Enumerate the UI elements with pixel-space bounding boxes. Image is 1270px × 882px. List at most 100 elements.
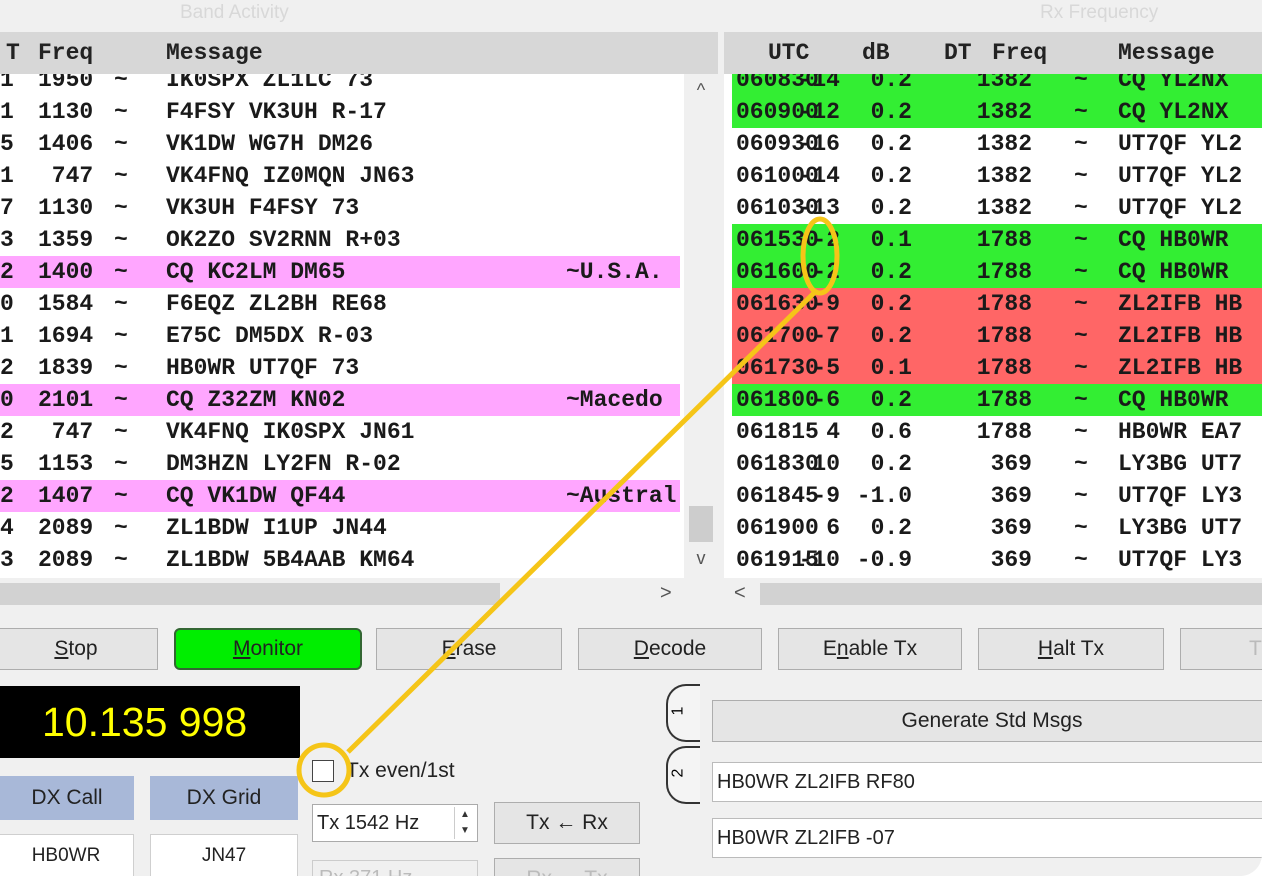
rx-frequency-row[interactable]: 060900 -12 0.2 1382 ~ CQ YL2NX [732, 96, 1262, 128]
rx-frequency-row[interactable]: 061830 10 0.2 369 ~ LY3BG UT7 [732, 448, 1262, 480]
tab-1[interactable]: 1 [666, 684, 700, 742]
cell-message: F6EQZ ZL2BH RE68 [166, 291, 387, 317]
cell-mode: ~ [114, 74, 128, 93]
cell-db: -5 [812, 355, 840, 381]
cell-mode: ~ [114, 163, 128, 189]
cell-freq: 1406 [38, 131, 94, 157]
dx-call-field[interactable]: HB0WR [0, 834, 134, 876]
scroll-left-arrow-icon[interactable]: < [734, 582, 746, 605]
tx-even-checkbox[interactable] [312, 760, 334, 782]
band-activity-row[interactable]: 2 747 ~ VK4FNQ IK0SPX JN61 [0, 416, 680, 448]
rx-frequency-row[interactable]: 061900 6 0.2 369 ~ LY3BG UT7 [732, 512, 1262, 544]
cell-db: -9 [812, 483, 840, 509]
rx-frequency-row[interactable]: 061600 -2 0.2 1788 ~ CQ HB0WR [732, 256, 1262, 288]
band-activity-title: Band Activity [180, 2, 289, 23]
cell-db: 10 [812, 451, 840, 477]
spin-down-icon[interactable]: ▼ [455, 823, 475, 839]
cell-freq: 1788 [976, 291, 1032, 317]
band-activity-row[interactable]: 1 1950 ~ IK0SPX ZL1LC 73 [0, 74, 680, 96]
cell-freq: 1400 [38, 259, 94, 285]
cell-mode: ~ [1074, 99, 1088, 125]
erase-button[interactable]: Erase [376, 628, 562, 670]
cell-freq: 1788 [976, 355, 1032, 381]
cell-db: -16 [798, 131, 840, 157]
tune-button[interactable]: T [1180, 628, 1262, 670]
cell-mode: ~ [114, 195, 128, 221]
rx-frequency-row[interactable]: 061845 -9 -1.0 369 ~ UT7QF LY3 [732, 480, 1262, 512]
enable-tx-button[interactable]: En able Tx [778, 628, 962, 670]
dx-grid-field[interactable]: JN47 [150, 834, 298, 876]
rx-frequency-row[interactable]: 061800 -6 0.2 1788 ~ CQ HB0WR [732, 384, 1262, 416]
rx-frequency-row[interactable]: 061815 4 0.6 1788 ~ HB0WR EA7 [732, 416, 1262, 448]
cell-message: LY3BG UT7 [1118, 451, 1243, 477]
hscroll-thumb[interactable] [760, 583, 1262, 605]
rx-frequency-row[interactable]: 060830 -14 0.2 1382 ~ CQ YL2NX [732, 74, 1262, 96]
cell-dt: 7 [0, 195, 14, 221]
rx-frequency-row[interactable]: 061000 -14 0.2 1382 ~ UT7QF YL2 [732, 160, 1262, 192]
tab-2[interactable]: 2 [666, 746, 700, 804]
halt-tx-button[interactable]: Halt Tx [978, 628, 1164, 670]
hscroll-thumb[interactable] [0, 583, 500, 605]
scroll-thumb[interactable] [689, 506, 713, 542]
band-activity-row[interactable]: 0 1584 ~ F6EQZ ZL2BH RE68 [0, 288, 680, 320]
cell-db: 6 [826, 515, 840, 541]
cell-dt: 2 [0, 259, 14, 285]
band-activity-hscrollbar[interactable]: > [0, 578, 718, 610]
band-activity-row[interactable]: 7 1130 ~ VK3UH F4FSY 73 [0, 192, 680, 224]
rx-frequency-spinbox[interactable]: Rx 371 Hz [312, 860, 478, 876]
rx-from-tx-button[interactable]: Rx ← Tx [494, 858, 640, 876]
tx-even-label: Tx even/1st [346, 759, 455, 782]
band-activity-row[interactable]: 2 1839 ~ HB0WR UT7QF 73 [0, 352, 680, 384]
scroll-right-arrow-icon[interactable]: > [660, 582, 672, 605]
band-activity-row[interactable]: 3 2089 ~ ZL1BDW 5B4AAB KM64 [0, 544, 680, 576]
scroll-down-arrow-icon[interactable]: v [684, 548, 718, 569]
cell-utc: 061630 [736, 291, 819, 317]
cell-country: ~U.S.A. [566, 259, 663, 285]
band-activity-list[interactable]: 1 1950 ~ IK0SPX ZL1LC 73 1 1130 ~ F4FSY VK3UH R… [0, 74, 718, 578]
generate-std-msgs-button[interactable]: Generate Std Msgs [712, 700, 1262, 742]
stop-button[interactable]: Stop [0, 628, 158, 670]
rx-frequency-row[interactable]: 061630 -9 0.2 1788 ~ ZL2IFB HB [732, 288, 1262, 320]
cell-message: CQ YL2NX [1118, 74, 1229, 93]
monitor-button[interactable]: Monitor [174, 628, 362, 670]
rx-frequency-row[interactable]: 061700 -7 0.2 1788 ~ ZL2IFB HB [732, 320, 1262, 352]
band-activity-row[interactable]: 3 1359 ~ OK2ZO SV2RNN R+03 [0, 224, 680, 256]
band-activity-row[interactable]: 1 1694 ~ E75C DM5DX R-03 [0, 320, 680, 352]
cell-freq: 1788 [976, 387, 1032, 413]
tx-message-1-field[interactable]: HB0WR ZL2IFB RF80 [712, 762, 1262, 802]
cell-dt: 2 [0, 355, 14, 381]
band-activity-row[interactable]: 2 1407 ~ CQ VK1DW QF44 ~Austral [0, 480, 680, 512]
spin-up-icon[interactable]: ▲ [455, 807, 475, 823]
rx-frequency-row[interactable]: 061030 -13 0.2 1382 ~ UT7QF YL2 [732, 192, 1262, 224]
band-activity-row[interactable]: 1 747 ~ VK4FNQ IZ0MQN JN63 [0, 160, 680, 192]
tx-from-rx-button[interactable]: Tx ← Rx [494, 802, 640, 844]
tx-message-2-field[interactable]: HB0WR ZL2IFB -07 [712, 818, 1262, 858]
band-activity-row[interactable]: 0 2101 ~ CQ Z32ZM KN02 ~Macedo [0, 384, 680, 416]
cell-freq: 1950 [38, 74, 94, 93]
rx-frequency-hscrollbar[interactable]: < [724, 578, 1262, 610]
band-activity-row[interactable]: 2 1400 ~ CQ KC2LM DM65 ~U.S.A. [0, 256, 680, 288]
band-activity-row[interactable]: 5 1153 ~ DM3HZN LY2FN R-02 [0, 448, 680, 480]
cell-dt: 1 [0, 323, 14, 349]
band-activity-row[interactable]: 5 1406 ~ VK1DW WG7H DM26 [0, 128, 680, 160]
cell-message: VK3UH F4FSY 73 [166, 195, 360, 221]
rx-frequency-row[interactable]: 061530 -2 0.1 1788 ~ CQ HB0WR [732, 224, 1262, 256]
rx-frequency-row[interactable]: 061915 -10 -0.9 369 ~ UT7QF LY3 [732, 544, 1262, 576]
decode-button[interactable]: Decode [578, 628, 762, 670]
scroll-up-arrow-icon[interactable]: ^ [684, 80, 718, 101]
cell-freq: 369 [990, 547, 1032, 573]
band-activity-vscrollbar[interactable]: ^ v [684, 74, 718, 578]
spinbox-arrows[interactable]: ▲ ▼ [454, 807, 475, 839]
cell-mode: ~ [114, 355, 128, 381]
tx-frequency-spinbox[interactable]: Tx 1542 Hz ▲ ▼ [312, 804, 478, 842]
band-activity-row[interactable]: 4 2089 ~ ZL1BDW I1UP JN44 [0, 512, 680, 544]
cell-dt: 0.2 [870, 131, 912, 157]
band-activity-row[interactable]: 1 1130 ~ F4FSY VK3UH R-17 [0, 96, 680, 128]
rx-frequency-row[interactable]: 061730 -5 0.1 1788 ~ ZL2IFB HB [732, 352, 1262, 384]
rx-frequency-list[interactable]: 060830 -14 0.2 1382 ~ CQ YL2NX 060900 -12 0.2 138… [724, 74, 1262, 578]
rx-frequency-row[interactable]: 060930 -16 0.2 1382 ~ UT7QF YL2 [732, 128, 1262, 160]
cell-dt: 1 [0, 163, 14, 189]
cell-message: HB0WR EA7 [1118, 419, 1243, 445]
cell-mode: ~ [114, 131, 128, 157]
cell-mode: ~ [114, 387, 128, 413]
